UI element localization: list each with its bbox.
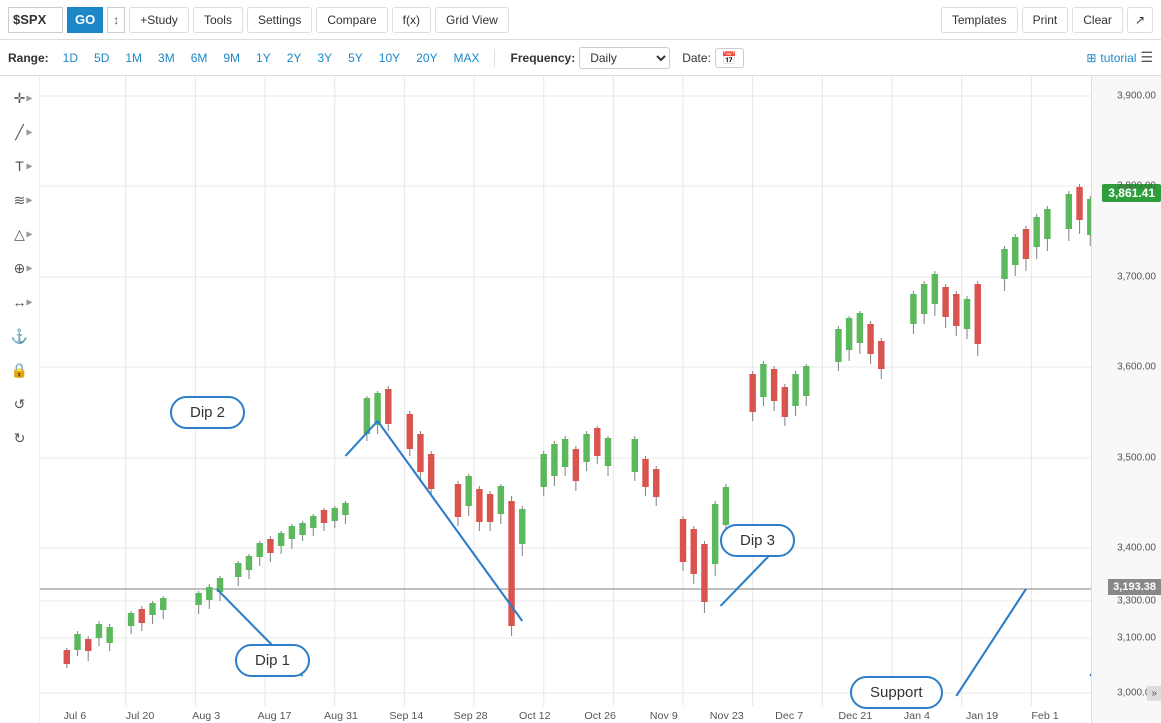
clear-button[interactable]: Clear [1072, 7, 1123, 33]
study-button[interactable]: +Study [129, 7, 189, 33]
range-2y[interactable]: 2Y [281, 49, 308, 67]
hamburger-icon[interactable]: ☰ [1140, 49, 1153, 66]
svg-text:Nov 23: Nov 23 [710, 711, 744, 722]
range-5d[interactable]: 5D [88, 49, 115, 67]
range-3m[interactable]: 3M [152, 49, 181, 67]
svg-text:Feb 1: Feb 1 [1031, 711, 1059, 722]
price-label-3600: 3,600.00 [1117, 362, 1156, 373]
svg-text:Dec 7: Dec 7 [775, 711, 803, 722]
tools-button[interactable]: Tools [193, 7, 243, 33]
print-button[interactable]: Print [1022, 7, 1069, 33]
drawing-tool[interactable]: ╱▶ [6, 118, 34, 146]
measure-tool[interactable]: ↔▶ [6, 288, 34, 316]
range-toolbar: Range: 1D 5D 1M 3M 6M 9M 1Y 2Y 3Y 5Y 10Y… [0, 40, 1161, 76]
range-6m[interactable]: 6M [185, 49, 214, 67]
frequency-select[interactable]: Daily Weekly Monthly [579, 47, 670, 69]
svg-text:Sep 14: Sep 14 [389, 711, 423, 722]
svg-text:Sep 28: Sep 28 [454, 711, 488, 722]
price-label-3700: 3,700.00 [1117, 272, 1156, 283]
right-toolbar: Templates Print Clear ↗ [941, 7, 1153, 33]
price-label-3300: 3,300.00 [1117, 596, 1156, 607]
date-filter-label: Date: [682, 51, 711, 65]
shapes-tool[interactable]: △▶ [6, 220, 34, 248]
svg-text:Nov 9: Nov 9 [650, 711, 678, 722]
svg-text:Aug 17: Aug 17 [258, 711, 292, 722]
support-line-label: 3,193.38 [1108, 579, 1161, 595]
go-button[interactable]: GO [67, 7, 103, 33]
date-picker-button[interactable]: 📅 [715, 48, 744, 68]
redo-tool[interactable]: ↻ [6, 424, 34, 452]
range-1d[interactable]: 1D [57, 49, 84, 67]
svg-text:Oct 26: Oct 26 [584, 711, 616, 722]
text-tool[interactable]: T▶ [6, 152, 34, 180]
main-toolbar: GO ↕ +Study Tools Settings Compare f(x) … [0, 0, 1161, 40]
undo-tool[interactable]: ↺ [6, 390, 34, 418]
chart-area[interactable]: Jul 6 Jul 20 Aug 3 Aug 17 Aug 31 Sep 14 … [40, 76, 1161, 723]
svg-text:Dec 21: Dec 21 [838, 711, 872, 722]
price-label-3500: 3,500.00 [1117, 453, 1156, 464]
range-9m[interactable]: 9M [217, 49, 246, 67]
range-3y[interactable]: 3Y [311, 49, 338, 67]
price-label-3800: 3,800.00 [1117, 181, 1156, 192]
price-label-3100: 3,100.00 [1117, 633, 1156, 644]
svg-text:Jan 19: Jan 19 [966, 711, 998, 722]
ticker-input[interactable] [8, 7, 63, 33]
range-1y[interactable]: 1Y [250, 49, 277, 67]
chart-svg: Jul 6 Jul 20 Aug 3 Aug 17 Aug 31 Sep 14 … [40, 76, 1161, 723]
left-toolbar: ✛▶ ╱▶ T▶ ≋▶ △▶ ⊕▶ ↔▶ ⚓ 🔒 ↺ ↻ [0, 76, 40, 723]
zoom-tool[interactable]: ⊕▶ [6, 254, 34, 282]
range-10y[interactable]: 10Y [373, 49, 406, 67]
svg-text:Jul 6: Jul 6 [64, 711, 87, 722]
range-1m[interactable]: 1M [119, 49, 148, 67]
range-20y[interactable]: 20Y [410, 49, 443, 67]
fx-button[interactable]: f(x) [392, 7, 431, 33]
arrows-button[interactable]: ↕ [107, 7, 125, 33]
lock-tool[interactable]: 🔒 [6, 356, 34, 384]
price-label-3900: 3,900.00 [1117, 91, 1156, 102]
settings-button[interactable]: Settings [247, 7, 312, 33]
expand-arrows[interactable]: » [1147, 686, 1161, 701]
compare-button[interactable]: Compare [316, 7, 387, 33]
tutorial-icon: ⊞ [1086, 51, 1096, 65]
crosshair-tool[interactable]: ✛▶ [6, 84, 34, 112]
svg-text:Aug 3: Aug 3 [192, 711, 220, 722]
price-label-3400: 3,400.00 [1117, 543, 1156, 554]
svg-text:Aug 31: Aug 31 [324, 711, 358, 722]
tutorial-link[interactable]: ⊞ tutorial [1086, 51, 1136, 65]
frequency-label: Frequency: [511, 51, 576, 65]
anchor-tool[interactable]: ⚓ [6, 322, 34, 350]
range-label: Range: [8, 51, 49, 65]
range-5y[interactable]: 5Y [342, 49, 369, 67]
svg-text:Jan 4: Jan 4 [904, 711, 930, 722]
templates-button[interactable]: Templates [941, 7, 1018, 33]
range-max[interactable]: MAX [448, 49, 486, 67]
expand-button[interactable]: ↗ [1127, 7, 1153, 33]
svg-text:Jul 20: Jul 20 [126, 711, 155, 722]
gridview-button[interactable]: Grid View [435, 7, 509, 33]
tutorial-label: tutorial [1100, 51, 1136, 65]
fibonacci-tool[interactable]: ≋▶ [6, 186, 34, 214]
svg-text:Oct 12: Oct 12 [519, 711, 551, 722]
